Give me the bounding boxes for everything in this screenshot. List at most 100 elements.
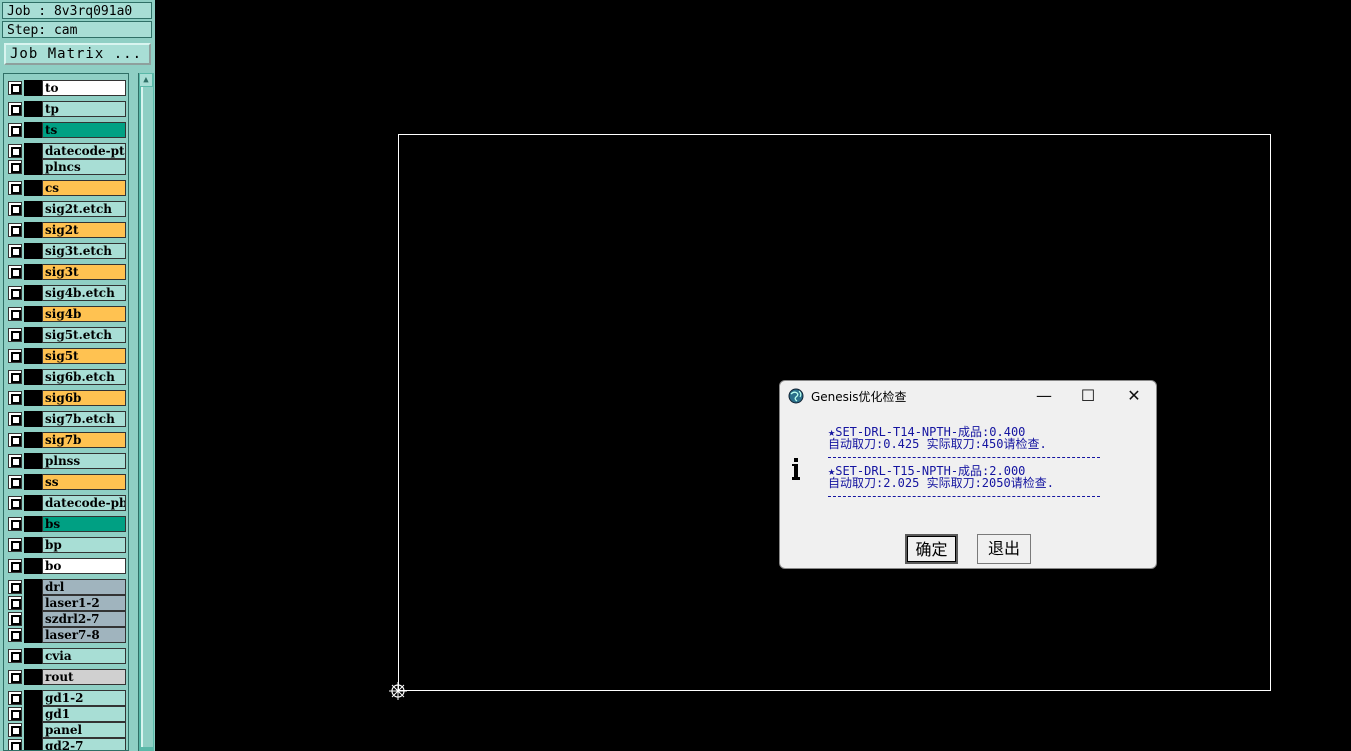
layer-name[interactable]: cvia bbox=[42, 648, 126, 664]
layer-checkbox[interactable] bbox=[8, 580, 22, 594]
layer-name[interactable]: gd1 bbox=[42, 706, 126, 722]
layer-row[interactable]: sig4b bbox=[6, 306, 128, 322]
layer-name[interactable]: rout bbox=[42, 669, 126, 685]
dialog-titlebar[interactable]: Genesis优化检查 — ☐ ✕ bbox=[780, 381, 1156, 411]
layer-name[interactable]: sig7b.etch bbox=[42, 411, 126, 427]
layer-name[interactable]: sig5t.etch bbox=[42, 327, 126, 343]
layer-status-cell[interactable] bbox=[24, 706, 42, 722]
layer-name[interactable]: panel bbox=[42, 722, 126, 738]
layer-status-cell[interactable] bbox=[24, 101, 42, 117]
layer-status-cell[interactable] bbox=[24, 474, 42, 490]
layer-row[interactable]: laser7-8 bbox=[6, 627, 128, 643]
layer-status-cell[interactable] bbox=[24, 180, 42, 196]
layer-checkbox[interactable] bbox=[8, 391, 22, 405]
layer-row[interactable]: cvia bbox=[6, 648, 128, 664]
layer-checkbox[interactable] bbox=[8, 628, 22, 642]
layer-checkbox[interactable] bbox=[8, 123, 22, 137]
layer-status-cell[interactable] bbox=[24, 453, 42, 469]
layer-checkbox[interactable] bbox=[8, 670, 22, 684]
layer-status-cell[interactable] bbox=[24, 306, 42, 322]
layer-checkbox[interactable] bbox=[8, 433, 22, 447]
layer-row[interactable]: bs bbox=[6, 516, 128, 532]
layer-status-cell[interactable] bbox=[24, 390, 42, 406]
layer-name[interactable]: sig2t bbox=[42, 222, 126, 238]
layer-name[interactable]: plncs bbox=[42, 159, 126, 175]
layer-checkbox[interactable] bbox=[8, 349, 22, 363]
layer-checkbox[interactable] bbox=[8, 559, 22, 573]
maximize-icon[interactable]: ☐ bbox=[1066, 383, 1110, 409]
layer-checkbox[interactable] bbox=[8, 723, 22, 737]
layer-row[interactable]: sig5t.etch bbox=[6, 327, 128, 343]
layer-status-cell[interactable] bbox=[24, 243, 42, 259]
layer-name[interactable]: szdrl2-7 bbox=[42, 611, 126, 627]
layer-status-cell[interactable] bbox=[24, 411, 42, 427]
layer-checkbox[interactable] bbox=[8, 223, 22, 237]
layer-row[interactable]: sig2t.etch bbox=[6, 201, 128, 217]
layer-status-cell[interactable] bbox=[24, 690, 42, 706]
layer-status-cell[interactable] bbox=[24, 738, 42, 750]
layer-row[interactable]: gd1 bbox=[6, 706, 128, 722]
layer-checkbox[interactable] bbox=[8, 739, 22, 750]
layer-status-cell[interactable] bbox=[24, 80, 42, 96]
layer-name[interactable]: ss bbox=[42, 474, 126, 490]
layer-checkbox[interactable] bbox=[8, 144, 22, 158]
layer-row[interactable]: plncs bbox=[6, 159, 128, 175]
layer-checkbox[interactable] bbox=[8, 181, 22, 195]
layer-name[interactable]: drl bbox=[42, 579, 126, 595]
layer-checkbox[interactable] bbox=[8, 612, 22, 626]
layer-name[interactable]: sig7b bbox=[42, 432, 126, 448]
layer-row[interactable]: sig3t.etch bbox=[6, 243, 128, 259]
layer-status-cell[interactable] bbox=[24, 122, 42, 138]
layer-status-cell[interactable] bbox=[24, 348, 42, 364]
layer-row[interactable]: ts bbox=[6, 122, 128, 138]
layer-row[interactable]: szdrl2-7 bbox=[6, 611, 128, 627]
layer-name[interactable]: sig3t bbox=[42, 264, 126, 280]
layer-name[interactable]: sig6b.etch bbox=[42, 369, 126, 385]
layer-name[interactable]: bs bbox=[42, 516, 126, 532]
layer-row[interactable]: sig6b bbox=[6, 390, 128, 406]
layer-checkbox[interactable] bbox=[8, 596, 22, 610]
layer-row[interactable]: laser1-2 bbox=[6, 595, 128, 611]
layer-name[interactable]: bp bbox=[42, 537, 126, 553]
layer-checkbox[interactable] bbox=[8, 286, 22, 300]
layer-checkbox[interactable] bbox=[8, 454, 22, 468]
layer-name[interactable]: sig5t bbox=[42, 348, 126, 364]
layer-status-cell[interactable] bbox=[24, 722, 42, 738]
layer-status-cell[interactable] bbox=[24, 222, 42, 238]
layer-status-cell[interactable] bbox=[24, 579, 42, 595]
layer-status-cell[interactable] bbox=[24, 516, 42, 532]
quit-button[interactable]: 退出 bbox=[977, 534, 1031, 564]
layer-status-cell[interactable] bbox=[24, 537, 42, 553]
layer-row[interactable]: sig7b bbox=[6, 432, 128, 448]
layer-name[interactable]: laser7-8 bbox=[42, 627, 126, 643]
ok-button[interactable]: 确定 bbox=[905, 534, 958, 564]
layer-checkbox[interactable] bbox=[8, 370, 22, 384]
layer-checkbox[interactable] bbox=[8, 649, 22, 663]
layer-status-cell[interactable] bbox=[24, 143, 42, 159]
layer-checkbox[interactable] bbox=[8, 496, 22, 510]
layer-row[interactable]: gd2-7 bbox=[6, 738, 128, 750]
minimize-icon[interactable]: — bbox=[1022, 383, 1066, 409]
layer-status-cell[interactable] bbox=[24, 669, 42, 685]
layer-name[interactable]: datecode-pbot bbox=[42, 495, 126, 511]
scroll-up-arrow-icon[interactable]: ▲ bbox=[140, 74, 152, 86]
layer-status-cell[interactable] bbox=[24, 558, 42, 574]
scroll-thumb[interactable] bbox=[141, 87, 153, 747]
layer-row[interactable]: bp bbox=[6, 537, 128, 553]
layer-checkbox[interactable] bbox=[8, 691, 22, 705]
layer-status-cell[interactable] bbox=[24, 648, 42, 664]
layer-row[interactable]: tp bbox=[6, 101, 128, 117]
layer-checkbox[interactable] bbox=[8, 160, 22, 174]
layer-row[interactable]: datecode-ptop bbox=[6, 143, 128, 159]
layer-name[interactable]: sig4b bbox=[42, 306, 126, 322]
layer-row[interactable]: sig4b.etch bbox=[6, 285, 128, 301]
layer-status-cell[interactable] bbox=[24, 327, 42, 343]
layer-status-cell[interactable] bbox=[24, 495, 42, 511]
layer-status-cell[interactable] bbox=[24, 285, 42, 301]
layer-status-cell[interactable] bbox=[24, 264, 42, 280]
layer-row[interactable]: datecode-pbot bbox=[6, 495, 128, 511]
layer-checkbox[interactable] bbox=[8, 307, 22, 321]
layer-checkbox[interactable] bbox=[8, 265, 22, 279]
layer-name[interactable]: plnss bbox=[42, 453, 126, 469]
layer-row[interactable]: cs bbox=[6, 180, 128, 196]
